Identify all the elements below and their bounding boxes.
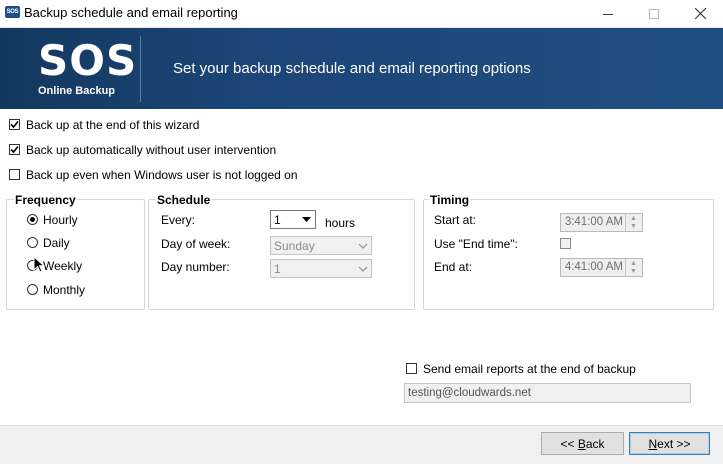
next-button-rest: ext >> [657,436,691,451]
spin-up-icon[interactable]: ▲ [630,215,637,222]
next-button-accel: N [648,436,658,451]
end-time-value: 4:41:00 AM [564,261,623,273]
spin-up-icon[interactable]: ▲ [630,260,637,267]
end-time-picker[interactable]: 4:41:00 AM ▲ ▼ [560,258,643,277]
spin-down-icon[interactable]: ▼ [630,223,637,230]
start-time-value: 3:41:00 AM [564,216,623,228]
radio-button[interactable] [27,284,38,295]
email-value: testing@cloudwards.net [408,387,531,399]
minimize-icon [603,13,613,15]
chevron-down-icon [298,211,315,228]
back-button-accel: B [577,436,586,451]
every-label: Every: [161,213,196,227]
maximize-button[interactable] [631,0,677,27]
close-icon [694,8,706,19]
checkmark-icon [10,145,19,154]
day-number-value: 1 [274,262,281,276]
back-button[interactable]: << Back [541,432,624,455]
radio-button[interactable] [27,214,38,225]
radio-button[interactable] [27,237,38,248]
start-time-picker[interactable]: 3:41:00 AM ▲ ▼ [560,213,643,232]
checkbox-label: Back up at the end of this wizard [26,118,200,132]
radio-label: Weekly [43,259,83,273]
spin-down-icon[interactable]: ▼ [630,268,637,275]
title-bar: SOS Backup schedule and email reporting [0,0,723,28]
app-icon: SOS [5,6,20,18]
spinner-buttons[interactable]: ▲ ▼ [625,214,642,231]
footer-bar: << Back Next >> [0,425,723,464]
end-at-label: End at: [434,260,473,274]
radio-dot [30,217,35,222]
logo-subtitle: Online Backup [38,85,116,97]
chevron-down-icon [354,260,371,277]
timing-title: Timing [429,193,471,207]
every-unit: hours [325,216,356,230]
start-at-label: Start at: [434,213,477,227]
day-of-week-select[interactable]: Sunday [270,236,372,255]
header-banner: SOS Online Backup Set your backup schedu… [0,28,723,109]
email-field[interactable]: testing@cloudwards.net [404,383,691,403]
checkbox-label: Back up automatically without user inter… [26,143,277,157]
banner-divider [140,36,141,102]
minimize-button[interactable] [585,0,631,27]
chevron-down-icon [354,237,371,254]
radio-label: Hourly [43,213,78,227]
radio-label: Daily [43,236,70,250]
use-end-time-label: Use "End time": [434,237,518,251]
spinner-buttons[interactable]: ▲ ▼ [625,259,642,276]
day-number-select[interactable]: 1 [270,259,372,278]
day-number-label: Day number: [161,260,230,274]
page-heading: Set your backup schedule and email repor… [173,60,531,77]
next-button[interactable]: Next >> [629,432,710,455]
checkmark-icon [10,120,19,129]
back-button-rest: ack [585,436,605,451]
checkbox[interactable] [9,169,20,180]
checkbox[interactable] [9,119,20,130]
day-of-week-value: Sunday [274,239,315,253]
frequency-title: Frequency [14,193,77,207]
radio-label: Monthly [43,283,86,297]
back-button-prefix: << [560,436,578,451]
maximize-icon [649,8,659,19]
checkbox[interactable] [9,144,20,155]
checkbox-label: Send email reports at the end of backup [423,362,636,376]
logo-text: SOS [38,36,138,85]
checkbox-label: Back up even when Windows user is not lo… [26,168,298,182]
schedule-title: Schedule [156,193,212,207]
every-value: 1 [274,213,281,227]
mouse-cursor-icon [33,256,45,273]
use-end-time-checkbox[interactable] [560,238,571,249]
day-of-week-label: Day of week: [161,237,231,251]
every-select[interactable]: 1 [270,210,316,229]
window-title: Backup schedule and email reporting [24,5,238,20]
checkbox[interactable] [406,363,417,374]
close-button[interactable] [677,0,723,27]
